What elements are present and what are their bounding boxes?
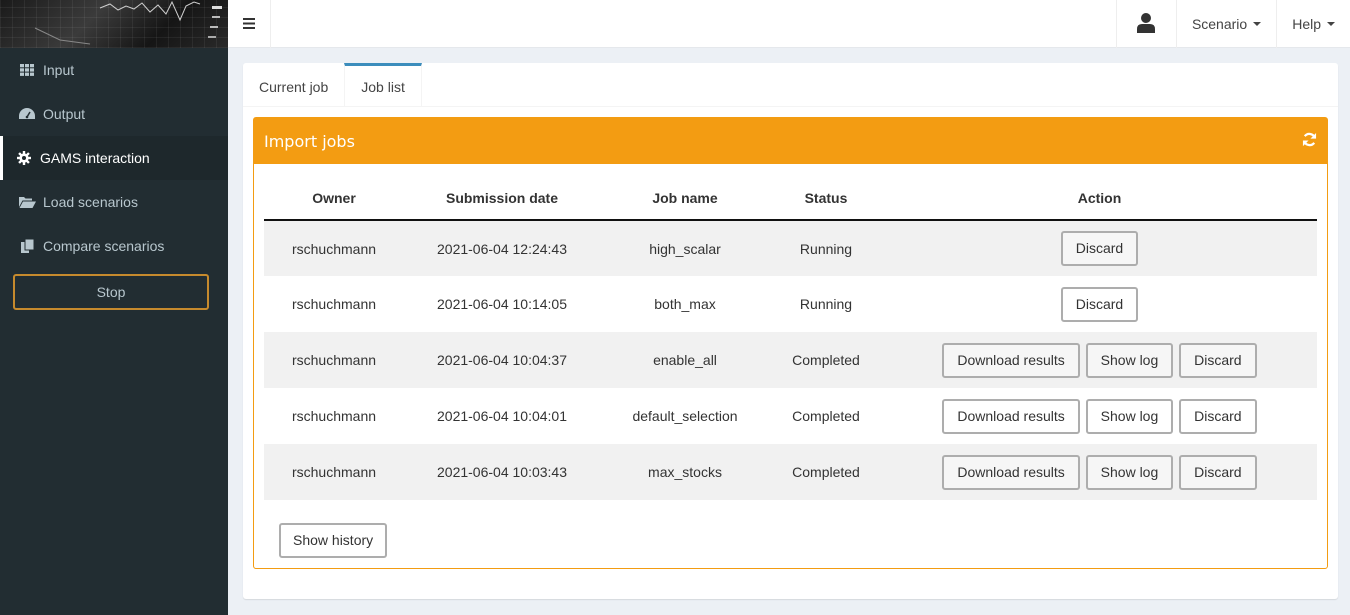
tab-bar: Current job Job list [243,63,1338,107]
panel-title: Import jobs [264,131,355,151]
jobs-table: Owner Submission date Job name Status Ac… [264,176,1317,500]
date-cell: 2021-06-04 12:24:43 [404,220,600,276]
tab-job-list[interactable]: Job list [344,63,422,107]
dashboard-icon [18,108,36,120]
job-name-cell: enable_all [600,332,770,388]
sidebar-toggle-button[interactable] [228,0,271,48]
sidebar-item-compare-scenarios[interactable]: Compare scenarios [0,224,228,268]
job-name-cell: both_max [654,296,716,312]
owner-cell: rschuchmann [291,296,377,312]
owner-cell: rschuchmann [264,444,404,500]
sidebar-item-gams-interaction[interactable]: GAMS interaction [0,136,228,180]
sidebar-item-output[interactable]: Output [0,92,228,136]
discard-button[interactable]: Discard [1179,454,1257,490]
job-name-cell: max_stocks [600,444,770,500]
gear-icon [15,151,33,165]
show-log-button[interactable]: Show log [1085,342,1174,378]
user-menu-button[interactable] [1115,0,1176,48]
action-cell: Download results Show log Discard [882,388,1317,444]
date-cell: 2021-06-04 10:03:43 [404,444,600,500]
sidebar-item-input[interactable]: Input [0,48,228,92]
column-header-submission-date: Submission date [404,176,600,221]
hamburger-icon [243,16,255,32]
sidebar-item-label: Compare scenarios [43,238,165,254]
status-cell: Running [799,296,853,312]
help-label: Help [1292,16,1321,32]
stop-button[interactable]: Stop [13,274,209,310]
panel-header: Import jobs [254,118,1327,164]
tab-current-job[interactable]: Current job [243,63,344,107]
job-name-cell: high_scalar [600,220,770,276]
scenario-label: Scenario [1191,16,1248,32]
column-header-action: Action [882,176,1317,221]
show-log-button[interactable]: Show log [1085,398,1174,434]
column-header-job-name: Job name [600,176,770,221]
date-cell: 2021-06-04 10:04:37 [404,332,600,388]
copy-icon [18,239,36,253]
download-results-button[interactable]: Download results [942,342,1080,378]
action-cell: Discard [882,276,1317,332]
download-results-button[interactable]: Download results [942,454,1080,490]
table-row: rschuchmann 2021-06-04 10:03:43 max_stoc… [264,444,1317,500]
scenario-dropdown[interactable]: Scenario [1175,0,1276,48]
sidebar-item-label: GAMS interaction [40,150,150,166]
sidebar-item-label: Input [43,62,75,78]
job-name-cell: default_selection [632,408,738,424]
discard-button[interactable]: Discard [1060,231,1139,266]
status-cell: Completed [770,444,882,500]
sidebar: Input Output GAMS interaction Load scena… [0,0,228,615]
grid-icon [18,64,36,76]
column-header-status: Status [770,176,882,221]
status-cell: Running [770,220,882,276]
show-log-button[interactable]: Show log [1085,454,1174,490]
sidebar-item-load-scenarios[interactable]: Load scenarios [0,180,228,224]
discard-button[interactable]: Discard [1179,398,1257,434]
status-cell: Completed [792,408,860,424]
table-row: rschuchmann 2021-06-04 12:24:43 high_sca… [264,220,1317,276]
show-history-button[interactable]: Show history [279,523,388,558]
import-jobs-panel: Import jobs Owner Submission date Job na… [253,117,1328,569]
sidebar-item-label: Load scenarios [43,194,138,210]
top-navbar: Scenario Help [228,0,1350,48]
owner-cell: rschuchmann [291,408,377,424]
folder-open-icon [18,196,36,208]
action-cell: Download results Show log Discard [882,444,1317,500]
chevron-down-icon [1253,22,1262,26]
logo-image [0,0,228,48]
refresh-icon[interactable] [1302,132,1317,151]
sidebar-item-label: Output [43,106,86,122]
help-dropdown[interactable]: Help [1276,0,1350,48]
table-row: rschuchmann 2021-06-04 10:04:01 default_… [264,388,1317,444]
download-results-button[interactable]: Download results [942,398,1080,434]
chevron-down-icon [1327,22,1335,26]
action-cell: Discard [882,220,1317,276]
discard-button[interactable]: Discard [1179,342,1257,378]
date-cell: 2021-06-04 10:14:05 [437,296,567,312]
user-icon [1137,12,1156,36]
status-cell: Completed [770,332,882,388]
table-row: rschuchmann 2021-06-04 10:14:05 both_max… [264,276,1317,332]
table-header-row: Owner Submission date Job name Status Ac… [264,176,1317,221]
owner-cell: rschuchmann [264,220,404,276]
action-cell: Download results Show log Discard [882,332,1317,388]
owner-cell: rschuchmann [264,332,404,388]
content-box: Current job Job list Import jobs Owner S… [243,63,1338,599]
date-cell: 2021-06-04 10:04:01 [437,408,567,424]
column-header-owner: Owner [264,176,404,221]
table-row: rschuchmann 2021-06-04 10:04:37 enable_a… [264,332,1317,388]
discard-button[interactable]: Discard [1060,286,1139,322]
